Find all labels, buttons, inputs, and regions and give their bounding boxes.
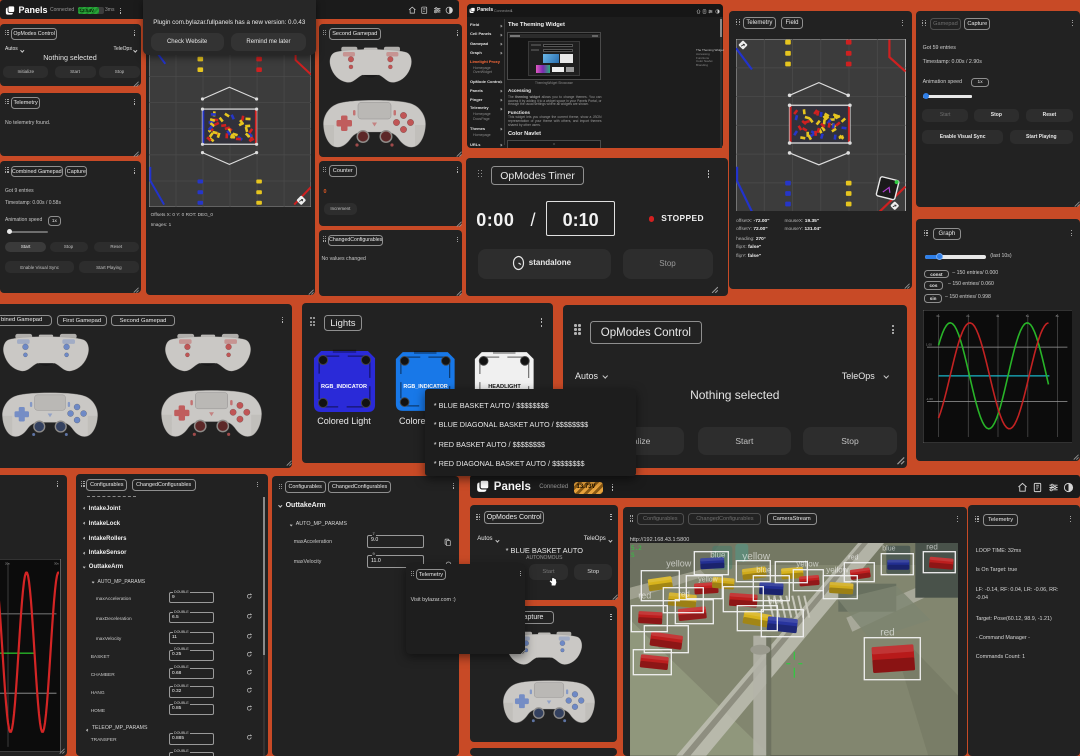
svg-text:blue: blue (756, 566, 772, 575)
svg-text:S: S (631, 552, 635, 559)
svg-text:30s: 30s (54, 561, 59, 565)
svg-text:red: red (638, 591, 651, 601)
svg-text:5.2: 5.2 (631, 545, 642, 552)
svg-text:blue: blue (710, 551, 726, 560)
svg-text:4s: 4s (996, 314, 1000, 318)
svg-text:yellow: yellow (826, 566, 848, 575)
svg-text:yellow: yellow (698, 577, 718, 584)
svg-text:blue: blue (882, 546, 895, 553)
svg-text:blue: blue (768, 597, 784, 606)
svg-text:8s: 8s (1055, 314, 1059, 318)
svg-text:0s: 0s (936, 314, 940, 318)
svg-text:1.00: 1.00 (926, 343, 932, 347)
svg-text:20s: 20s (5, 561, 10, 565)
svg-text:yellow: yellow (742, 552, 771, 563)
svg-text:2s: 2s (966, 314, 970, 318)
svg-text:-1.00: -1.00 (926, 397, 933, 401)
svg-text:yellow: yellow (666, 559, 691, 569)
svg-text:red: red (880, 628, 894, 639)
svg-text:red: red (678, 590, 690, 599)
svg-text:yellow: yellow (796, 560, 818, 569)
svg-text:red: red (926, 543, 938, 552)
svg-text:6s: 6s (1025, 314, 1029, 318)
svg-text:red: red (848, 555, 858, 562)
